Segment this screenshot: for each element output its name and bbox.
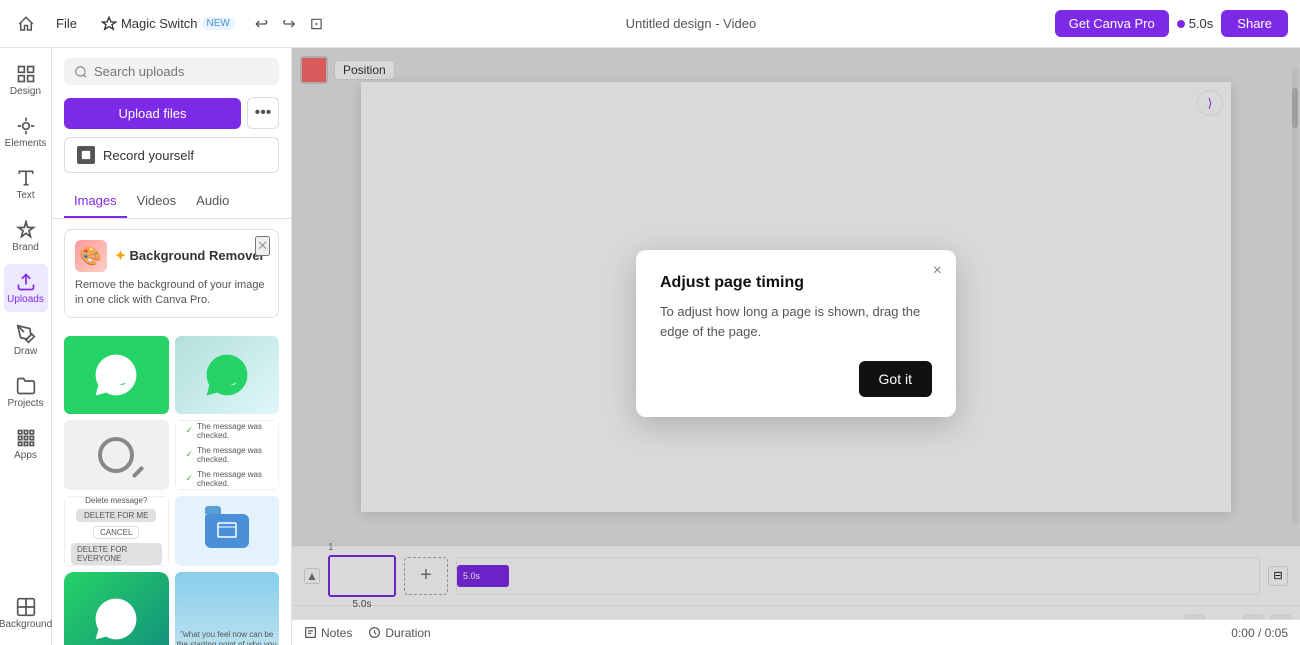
bg-remover-banner: ✕ 🎨 ✦ Background Remover Remove the back… — [64, 229, 279, 318]
upload-item-7[interactable] — [64, 572, 169, 645]
bg-remover-icon: 🎨 — [75, 240, 107, 272]
star-icon: ✦ — [115, 248, 130, 263]
modal-box: × Adjust page timing To adjust how long … — [636, 250, 956, 417]
undo-icon[interactable]: ↩ — [251, 10, 272, 38]
record-btn-row: Record yourself — [52, 137, 291, 185]
sidebar-item-apps[interactable]: Apps — [4, 420, 48, 468]
tab-images[interactable]: Images — [64, 185, 127, 218]
upload-files-button[interactable]: Upload files — [64, 98, 241, 129]
sidebar-item-text[interactable]: Text — [4, 160, 48, 208]
bottom-right: 0:00 / 0:05 — [1231, 626, 1288, 640]
record-icon — [77, 146, 95, 164]
sidebar-item-design[interactable]: Design — [4, 56, 48, 104]
file-menu[interactable]: File — [48, 12, 85, 35]
sidebar-label-brand: Brand — [12, 242, 39, 253]
record-yourself-button[interactable]: Record yourself — [64, 137, 279, 173]
delete-msg-label: Delete message? — [85, 496, 147, 505]
bg-remover-header: 🎨 ✦ Background Remover — [75, 240, 268, 272]
duration-icon — [368, 626, 381, 639]
upload-item-8[interactable]: "what you feel now can be the starting p… — [175, 572, 280, 645]
upload-item-1[interactable] — [64, 336, 169, 414]
tab-audio[interactable]: Audio — [186, 185, 239, 218]
modal-close-button[interactable]: × — [933, 262, 942, 280]
sidebar-item-background[interactable]: Background — [4, 589, 48, 637]
modal-description: To adjust how long a page is shown, drag… — [660, 302, 932, 341]
sky-caption: "what you feel now can be the starting p… — [175, 630, 280, 645]
sidebar-item-projects[interactable]: Projects — [4, 368, 48, 416]
notes-icon — [304, 626, 317, 639]
tab-videos[interactable]: Videos — [127, 185, 187, 218]
search-icon — [74, 65, 88, 79]
topbar-icons: ↩ ↪ ⊡ — [251, 10, 327, 38]
upload-btn-row: Upload files ••• — [52, 93, 291, 137]
sidebar-item-brand[interactable]: Brand — [4, 212, 48, 260]
bottom-left: Notes Duration — [304, 626, 431, 640]
bg-remover-title: ✦ Background Remover — [115, 248, 265, 264]
sidebar-item-draw[interactable]: Draw — [4, 316, 48, 364]
topbar-right: Get Canva Pro 5.0s Share — [1055, 10, 1288, 37]
msg-row-3: ✓ The message was checked. — [182, 469, 273, 489]
upload-item-2[interactable] — [175, 336, 280, 414]
sidebar-label-background: Background — [0, 619, 52, 630]
record-btn-label: Record yourself — [103, 148, 194, 163]
sidebar-label-text: Text — [16, 190, 34, 201]
time-counter: 0:00 / 0:05 — [1231, 626, 1288, 640]
search-area — [52, 48, 291, 93]
cancel-btn-sim: CANCEL — [93, 526, 139, 539]
notes-btn-label: Notes — [321, 626, 352, 640]
home-button[interactable] — [12, 10, 40, 38]
upload-item-6[interactable] — [175, 496, 280, 566]
delete-for-everyone: DELETE FOR EVERYONE — [71, 543, 162, 565]
sidebar-item-elements[interactable]: Elements — [4, 108, 48, 156]
sidebar-label-design: Design — [10, 86, 41, 97]
left-sidebar: Design Elements Text Brand Uploads Draw … — [0, 48, 52, 645]
sidebar-label-apps: Apps — [14, 450, 37, 461]
duration-button[interactable]: Duration — [368, 626, 430, 640]
upload-grid: ✓ The message was checked. ✓ The message… — [52, 328, 291, 645]
folder-icon — [205, 514, 249, 548]
search-box — [64, 58, 279, 85]
magnify-icon — [98, 437, 134, 473]
timer-display: 5.0s — [1177, 16, 1214, 31]
sidebar-label-projects: Projects — [7, 398, 43, 409]
search-input[interactable] — [94, 64, 269, 79]
delete-for-me: DELETE FOR ME — [76, 509, 156, 522]
get-canva-pro-button[interactable]: Get Canva Pro — [1055, 10, 1169, 37]
upload-item-4[interactable]: ✓ The message was checked. ✓ The message… — [175, 420, 280, 490]
timer-dot — [1177, 20, 1185, 28]
bg-remover-close-button[interactable]: ✕ — [255, 236, 270, 256]
bg-remover-description: Remove the background of your image in o… — [75, 278, 268, 309]
sidebar-item-uploads[interactable]: Uploads — [4, 264, 48, 312]
uploads-panel: Upload files ••• Record yourself Images … — [52, 48, 292, 645]
msg-row-2: ✓ The message was checked. — [182, 445, 273, 465]
design-title: Untitled design - Video — [335, 16, 1047, 31]
msg-row-1: ✓ The message was checked. — [182, 421, 273, 441]
share-button[interactable]: Share — [1221, 10, 1288, 37]
tabs-row: Images Videos Audio — [52, 185, 291, 219]
got-it-button[interactable]: Got it — [859, 361, 932, 397]
sidebar-label-uploads: Uploads — [7, 294, 44, 305]
redo-icon[interactable]: ↪ — [278, 10, 299, 38]
sidebar-label-elements: Elements — [5, 138, 47, 149]
upload-more-button[interactable]: ••• — [247, 97, 279, 129]
sidebar-label-draw: Draw — [14, 346, 37, 357]
magic-switch-button[interactable]: Magic Switch NEW — [93, 12, 243, 36]
bottom-bar: Notes Duration 0:00 / 0:05 — [292, 619, 1300, 645]
modal-title: Adjust page timing — [660, 274, 932, 292]
resize-icon[interactable]: ⊡ — [306, 10, 327, 38]
topbar: File Magic Switch NEW ↩ ↪ ⊡ Untitled des… — [0, 0, 1300, 48]
notes-button[interactable]: Notes — [304, 626, 352, 640]
magic-badge: NEW — [202, 17, 235, 30]
duration-btn-label: Duration — [385, 626, 430, 640]
modal-overlay: × Adjust page timing To adjust how long … — [292, 48, 1300, 619]
upload-item-5[interactable]: Delete message? DELETE FOR ME CANCEL DEL… — [64, 496, 169, 566]
upload-item-3[interactable] — [64, 420, 169, 490]
